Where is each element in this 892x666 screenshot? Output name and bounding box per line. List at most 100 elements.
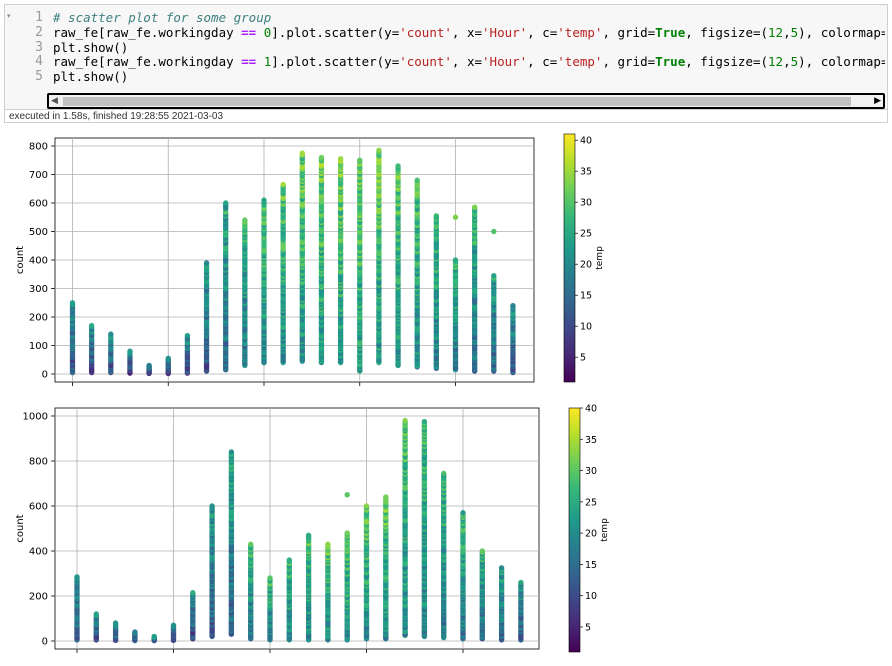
scatter-point [184,332,191,339]
colorbar-tick-label: 15 [585,560,597,571]
colorbar-tick-label: 5 [585,622,591,633]
scatter-point [414,177,420,183]
code-token: True [655,24,686,40]
y-tick-label: 200 [29,313,48,324]
scatter-point [318,154,325,161]
code-token: ), colormap= [798,24,885,40]
scatter-point [491,272,497,279]
scroll-right-arrow-icon[interactable]: ▶ [874,96,881,106]
scatter-point [498,565,505,571]
scatter-point [479,548,485,554]
colorbar-tick-label: 15 [580,291,592,302]
line-number: 3 [35,39,43,55]
scatter-point [441,470,447,477]
scatter-point [299,150,305,156]
code-token: , [783,54,791,70]
y-tick-label: 600 [29,199,48,210]
colorbar-tick-label: 25 [585,497,597,508]
code-token: , [783,24,791,40]
scatter-point [452,257,459,263]
code-token: True [655,54,686,70]
y-tick-label: 300 [29,284,48,295]
scatter-point [93,611,100,617]
collapse-caret-icon[interactable]: ▾ [7,12,17,22]
code-token: 12 [768,24,784,40]
y-tick-label: 400 [29,547,48,558]
cell-output: 0 100 200 300 400 500 600 700 800 count 5 10 15 20 25 3… [0,128,892,662]
colorbar-tick-label: 40 [585,404,597,415]
colorbar-tick-label: 35 [580,167,592,178]
scatter-point [344,530,350,536]
y-tick-label: 800 [29,457,48,468]
colorbar-tick-label: 20 [580,260,592,271]
scatter-point [280,181,286,188]
line-number: 4 [35,54,43,70]
line-number: 2 [35,24,43,40]
code-cell[interactable]: ▾ 1 2 3 4 5 # scatter plot for some group raw_… [4,4,888,123]
scroll-left-arrow-icon[interactable]: ◀ [51,96,58,106]
code-editor[interactable]: 1 2 3 4 5 # scatter plot for some group raw_fe… [19,11,885,95]
colorbar-tick-label: 5 [580,353,586,364]
scatter-point [471,204,478,210]
y-axis-label: count [15,246,26,274]
code-token: ].plot.scatter(y= [271,24,400,40]
colorbar-tick-label: 10 [580,322,592,333]
scatter-point [518,579,524,586]
line-number: 5 [35,69,43,85]
scatter-point [69,300,76,306]
scatter-point [471,240,478,246]
scatter-point [170,622,177,628]
scatter-point [460,510,466,516]
scatter-point [248,541,254,547]
colorbar [563,133,576,383]
code-line[interactable]: plt.show() [53,40,128,56]
scatter-point [357,157,363,163]
code-token: 'Hour' [482,54,528,70]
colorbar-tick-label: 10 [585,591,597,602]
code-token: ].plot.scatter(y= [271,54,400,70]
code-token: 'count' [399,54,452,70]
scatter-point [112,620,119,626]
scatter-point [452,214,459,220]
y-tick-label: 100 [29,341,48,352]
plot-area [54,407,540,650]
y-tick-label: 600 [29,502,48,513]
code-line[interactable]: raw_fe[raw_fe.workingday == 1].plot.scat… [53,54,885,70]
scatter-point [165,355,171,362]
scatter-point [286,557,292,563]
y-tick-label: 500 [29,227,48,238]
scatter-point [74,574,80,580]
colorbar-tick-label: 35 [585,435,597,446]
scatter-point [421,418,428,425]
scatter-point [209,503,215,509]
scatter-point [510,302,516,309]
scatter-point [228,449,235,455]
scatter-point [363,519,370,525]
code-token: == [241,24,257,40]
code-line[interactable]: plt.show() [53,69,128,85]
scatter-point [88,322,95,329]
scatter-point [433,214,440,220]
scatter-charts: 0100200300400500600700800count5101520253… [15,133,610,653]
code-token: , figsize=( [685,24,769,40]
colorbar-tick-label: 20 [585,529,597,540]
scatter-point [146,362,152,369]
scrollbar-thumb[interactable] [63,97,851,106]
code-token: , grid= [602,24,656,40]
code-token: 'Hour' [482,24,528,40]
scatter-point [344,492,350,498]
code-line[interactable]: raw_fe[raw_fe.workingday == 0].plot.scat… [53,24,885,41]
colorbar-tick-label: 30 [580,198,592,209]
horizontal-scrollbar[interactable]: ◀ ▶ [47,93,885,109]
scatter-point [491,228,497,235]
code-token: , c= [527,24,558,40]
code-token: # scatter plot for some group [53,11,272,25]
code-line[interactable]: # scatter plot for some group [53,11,271,26]
scatter-chart-1: 0 100 200 300 400 500 600 700 800 count 5 10 15 20 25 3… [15,133,605,386]
code-token: , grid= [602,54,656,70]
scatter-point [151,633,157,640]
y-axis-label: count [15,514,26,542]
y-tick-label: 0 [42,370,48,381]
scatter-point [383,494,389,500]
